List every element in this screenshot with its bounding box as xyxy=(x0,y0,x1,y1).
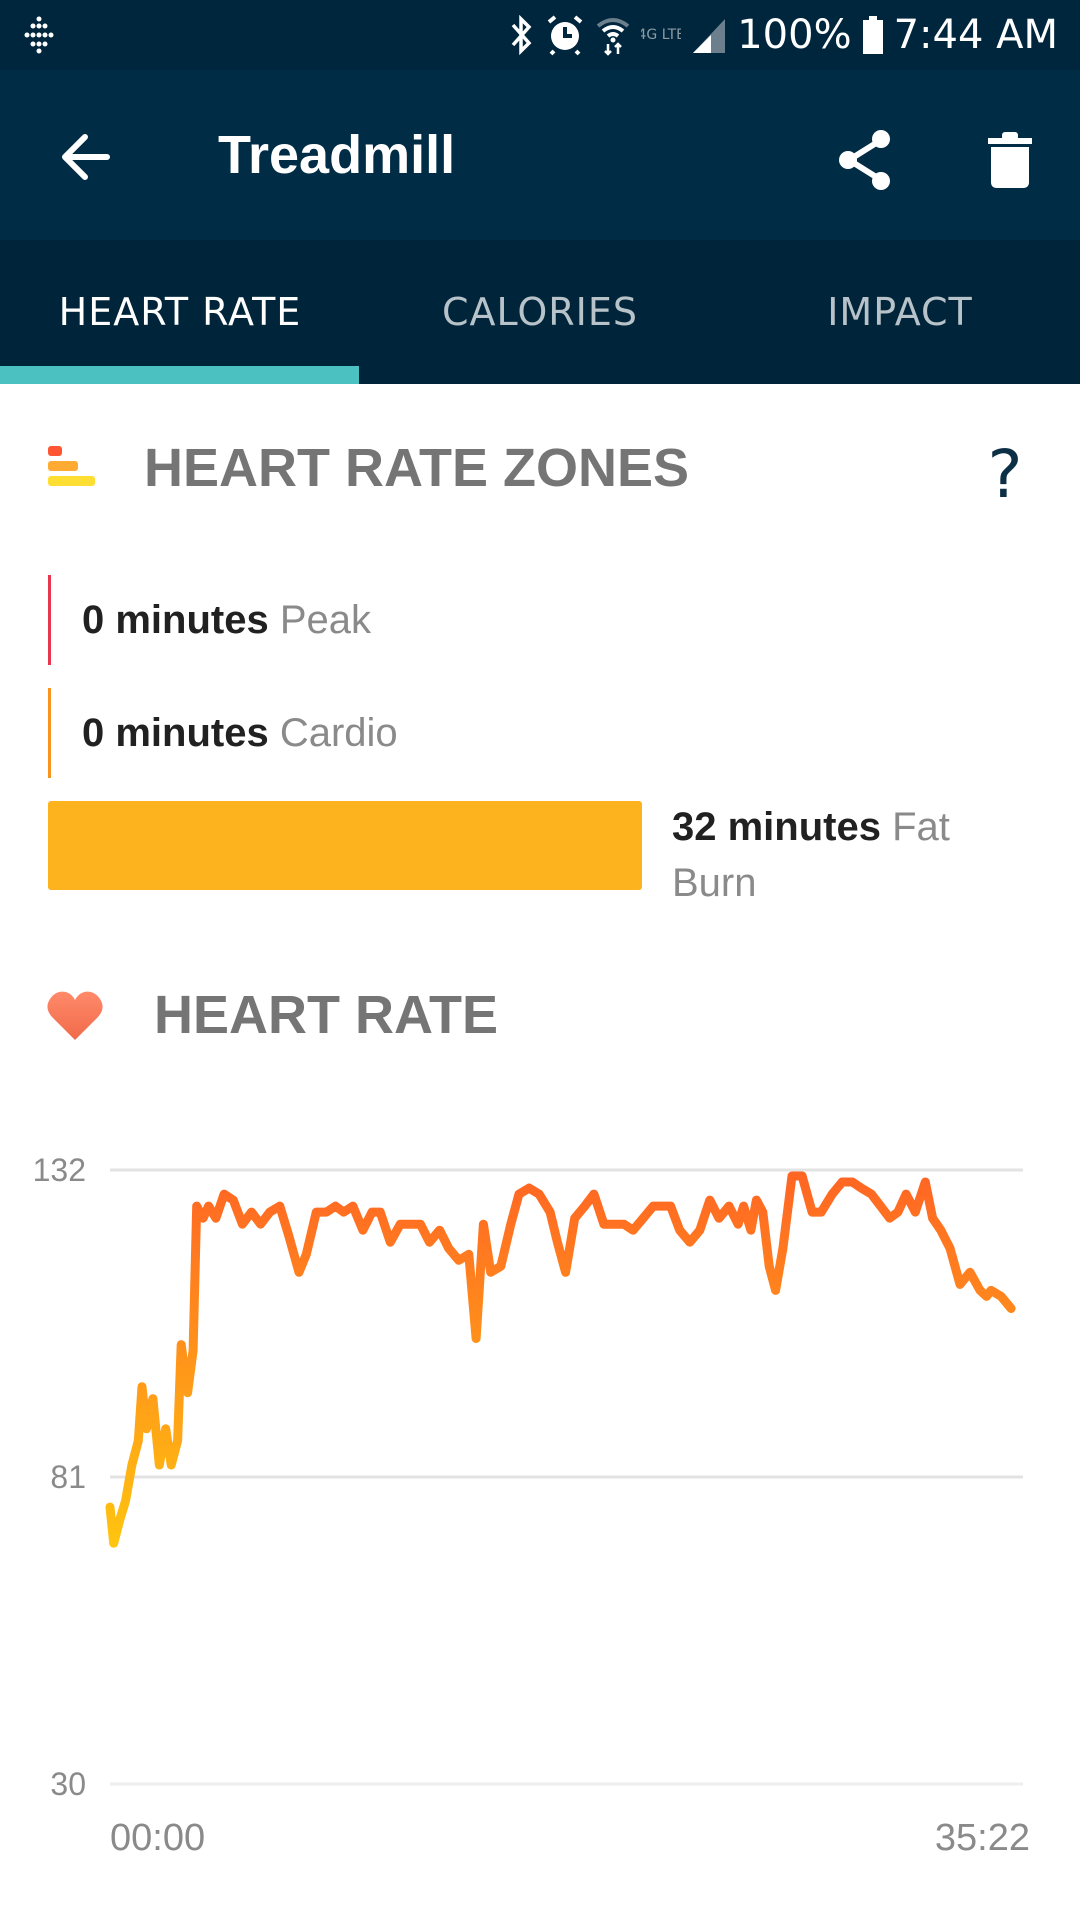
tab-heart-rate[interactable]: HEART RATE xyxy=(0,240,360,384)
wifi-icon xyxy=(596,18,630,56)
peak-zone-bar xyxy=(48,575,51,665)
y-tick-label-132: 132 xyxy=(33,1152,86,1188)
cardio-zone-label: 0 minutes Cardio xyxy=(82,705,398,761)
peak-zone-name: Peak xyxy=(279,598,372,642)
heart-rate-zones-title: HEART RATE ZONES xyxy=(144,438,690,498)
fat-burn-zone-bar xyxy=(48,801,642,890)
heart-rate-title: HEART RATE xyxy=(154,985,498,1045)
app-bar: Treadmill xyxy=(0,70,1080,240)
tab-impact[interactable]: IMPACT xyxy=(720,240,1080,384)
bluetooth-icon xyxy=(511,15,532,55)
active-tab-indicator xyxy=(0,366,359,384)
cardio-zone-name: Cardio xyxy=(279,711,398,755)
status-bar: 4G LTE 100% 7:44 AM xyxy=(0,0,1080,70)
signal-icon xyxy=(693,19,726,53)
battery-percent: 100% xyxy=(737,12,852,58)
fat-burn-zone-label: 32 minutes Fat Burn xyxy=(672,799,1012,911)
fat-burn-zone-minutes: 32 minutes xyxy=(672,805,881,849)
heart-rate-chart: 132 81 30 00:00 35:22 xyxy=(33,1152,1030,1859)
4g-lte-icon: 4G LTE xyxy=(641,27,682,43)
heart-icon xyxy=(47,991,103,1040)
cardio-zone-bar xyxy=(48,688,51,778)
battery-icon xyxy=(862,16,883,54)
peak-zone-minutes: 0 minutes xyxy=(82,598,269,642)
share-icon xyxy=(839,130,890,190)
heart-rate-zones-icon xyxy=(48,446,95,486)
back-button[interactable] xyxy=(50,122,120,192)
status-icons: 4G LTE 100% 7:44 AM xyxy=(507,8,1058,62)
x-tick-label-end: 35:22 xyxy=(935,1817,1030,1859)
trash-icon xyxy=(988,132,1032,188)
peak-zone-label: 0 minutes Peak xyxy=(82,592,371,648)
fat-burn-zone-name-1: Fat xyxy=(892,805,950,849)
x-tick-label-start: 00:00 xyxy=(110,1817,205,1859)
fitbit-logo-icon xyxy=(24,16,54,54)
fat-burn-zone-name-2: Burn xyxy=(672,861,757,905)
clock: 7:44 AM xyxy=(893,12,1058,58)
y-tick-label-81: 81 xyxy=(50,1459,86,1495)
y-tick-label-30: 30 xyxy=(50,1766,86,1802)
tab-bar: HEART RATE CALORIES IMPACT xyxy=(0,240,1080,384)
cardio-zone-minutes: 0 minutes xyxy=(82,711,269,755)
arrow-back-icon xyxy=(62,134,110,180)
delete-button[interactable] xyxy=(970,120,1050,200)
tab-calories[interactable]: CALORIES xyxy=(360,240,720,384)
heart-rate-line xyxy=(105,1171,1016,1548)
page-title: Treadmill xyxy=(218,125,456,185)
alarm-icon xyxy=(547,15,583,56)
help-button[interactable]: ? xyxy=(980,440,1030,510)
share-button[interactable] xyxy=(825,120,905,200)
